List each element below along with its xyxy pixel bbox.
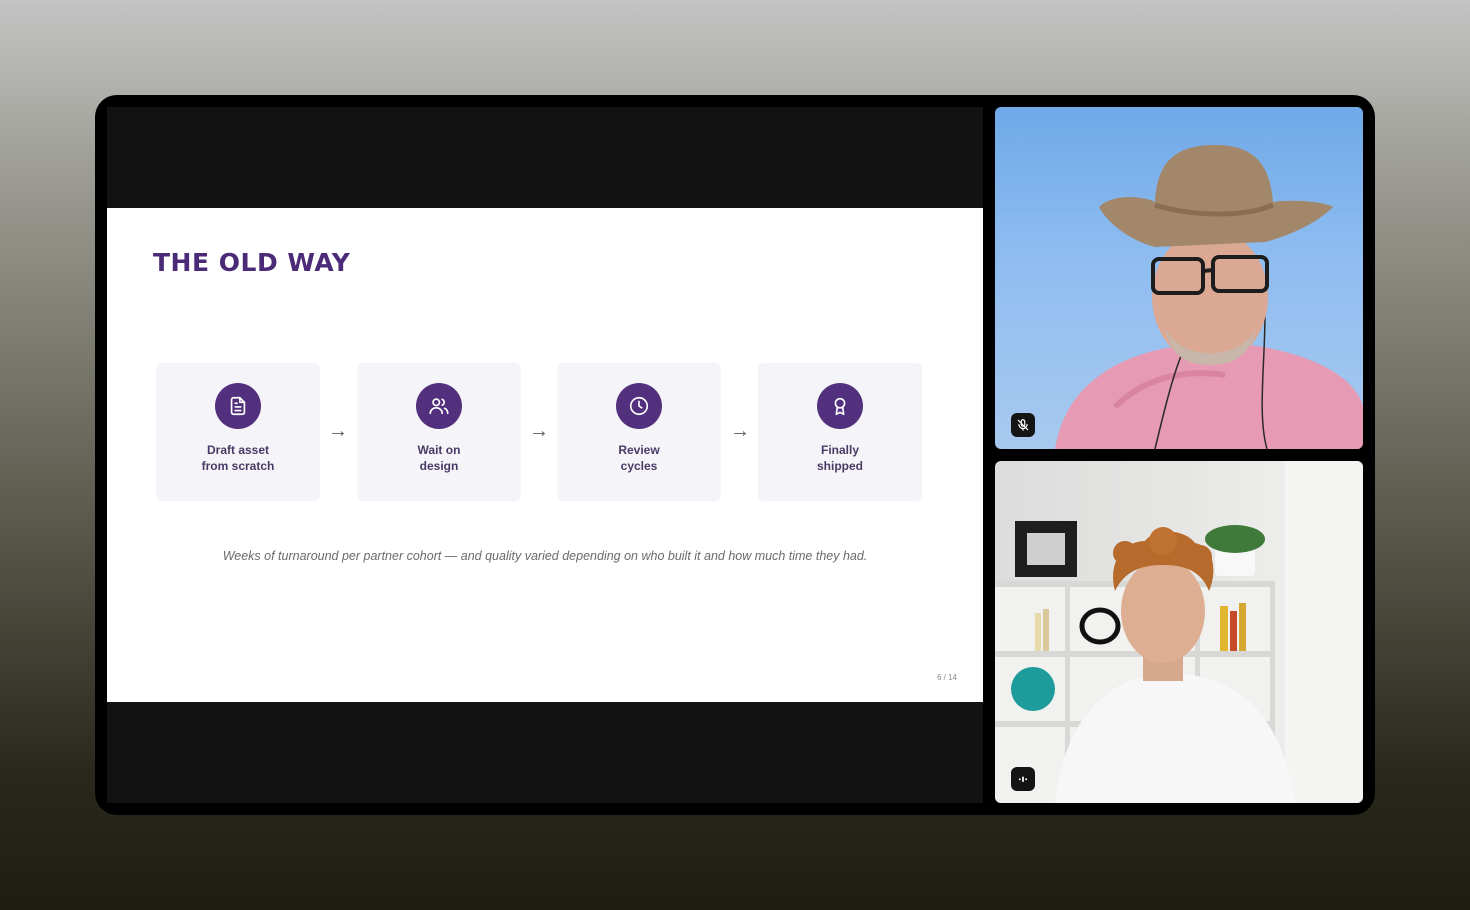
- step-label: Wait on design: [417, 443, 461, 473]
- arrow-right-icon: →: [328, 420, 348, 442]
- users-icon: [416, 383, 462, 429]
- mic-muted-icon[interactable]: [1011, 413, 1035, 437]
- arrow-right-icon: →: [529, 420, 549, 442]
- step-card-wait: Wait on design: [357, 363, 521, 501]
- step-label: Finally shipped: [816, 443, 863, 473]
- document-icon: [215, 383, 261, 429]
- clock-icon: [616, 383, 662, 429]
- step-card-draft: Draft asset from scratch: [156, 363, 320, 501]
- step-card-shipped: Finally shipped: [758, 363, 922, 501]
- step-card-review: Review cycles: [557, 363, 721, 501]
- arrow-right-icon: →: [730, 420, 750, 442]
- screen-share-stage: THE OLD WAY Draft asset from scratch → W…: [107, 107, 983, 803]
- slide-caption: Weeks of turnaround per partner cohort —…: [222, 549, 868, 563]
- participant-video-feed: [1055, 145, 1363, 449]
- step-label: Draft asset from scratch: [201, 443, 275, 473]
- participant-video-feed: [995, 461, 1363, 803]
- slide-title: THE OLD WAY: [153, 248, 351, 277]
- presentation-slide: THE OLD WAY Draft asset from scratch → W…: [107, 208, 983, 702]
- step-label: Review cycles: [618, 443, 660, 473]
- participant-video-tile-2[interactable]: [995, 461, 1363, 803]
- participant-video-tile-1[interactable]: [995, 107, 1363, 449]
- audio-level-icon: [1011, 767, 1035, 791]
- meeting-window: THE OLD WAY Draft asset from scratch → W…: [95, 95, 1375, 815]
- slide-page-indicator: 6 / 14: [936, 673, 957, 682]
- award-icon: [817, 383, 863, 429]
